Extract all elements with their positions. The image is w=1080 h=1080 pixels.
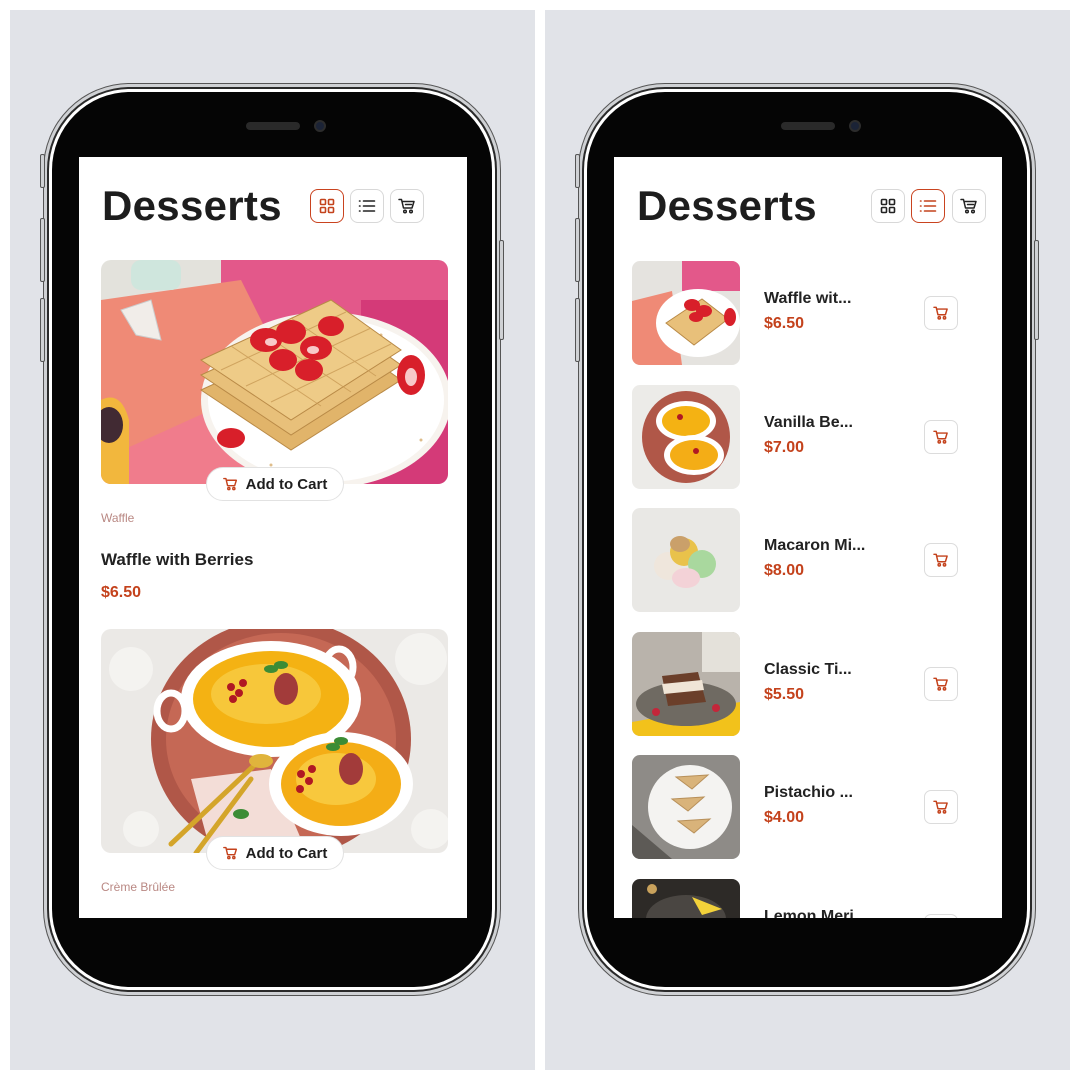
product-name: Lemon Meri...: [764, 908, 868, 918]
product-name: Macaron Mi...: [764, 537, 866, 554]
power-button: [499, 240, 504, 340]
product-name: Classic Ti...: [764, 661, 852, 678]
thumbnail-tiramisu: [632, 632, 740, 736]
app-screen: Desserts Add to Cart Waffle Waffle with …: [79, 157, 467, 918]
power-button: [1034, 240, 1039, 340]
page-title: Desserts: [637, 182, 817, 229]
cart-icon: [222, 846, 237, 860]
front-camera: [314, 120, 326, 132]
list-item[interactable]: Waffle wit... $6.50: [632, 261, 982, 365]
grid-view-icon: [880, 198, 896, 214]
speaker-grille: [246, 122, 300, 130]
cart-button[interactable]: [390, 189, 424, 223]
add-to-cart-button[interactable]: [924, 790, 958, 824]
product-category: Crème Brûlée: [101, 880, 176, 894]
page-title: Desserts: [102, 182, 282, 229]
list-view-icon: [919, 200, 937, 212]
product-price: $7.00: [764, 439, 805, 456]
phone-frame: Desserts Waffle wit... $6.50 Vanilla Be.…: [575, 92, 1039, 987]
grid-view-panel: Desserts Add to Cart Waffle Waffle with …: [10, 10, 535, 1070]
grid-view-icon: [319, 198, 335, 214]
product-price: $8.00: [764, 562, 805, 579]
product-name: Pistachio ...: [764, 784, 853, 801]
list-view-icon: [358, 200, 376, 212]
product-image-waffle[interactable]: [101, 260, 448, 484]
add-to-cart-button[interactable]: [924, 296, 958, 330]
cart-icon: [398, 198, 415, 214]
phone-frame: Desserts Add to Cart Waffle Waffle with …: [40, 92, 504, 987]
thumbnail-waffle: [632, 261, 740, 365]
add-to-cart-button[interactable]: Add to Cart: [206, 467, 344, 501]
cart-icon: [222, 477, 237, 491]
add-to-cart-label: Add to Cart: [245, 475, 328, 493]
list-item[interactable]: Pistachio ... $4.00: [632, 755, 982, 859]
product-price: $4.00: [764, 809, 805, 826]
list-item[interactable]: Lemon Meri...: [632, 879, 982, 918]
mute-switch: [575, 154, 580, 188]
thumbnail-macarons: [632, 508, 740, 612]
cart-icon: [933, 430, 948, 444]
grid-view-button[interactable]: [871, 189, 905, 223]
list-item[interactable]: Classic Ti... $5.50: [632, 632, 982, 736]
thumbnail-vanilla-bean: [632, 385, 740, 489]
add-to-cart-button[interactable]: [924, 914, 958, 918]
add-to-cart-button[interactable]: [924, 420, 958, 454]
volume-up-button: [40, 218, 45, 282]
product-price: $6.50: [764, 315, 805, 332]
list-item[interactable]: Macaron Mi... $8.00: [632, 508, 982, 612]
product-name[interactable]: Waffle with Berries: [101, 550, 253, 570]
product-price: $6.50: [101, 584, 142, 601]
product-name: Vanilla Be...: [764, 414, 853, 431]
header: Desserts: [637, 182, 986, 229]
thumbnail-pistachio: [632, 755, 740, 859]
add-to-cart-button[interactable]: [924, 667, 958, 701]
cart-icon: [933, 800, 948, 814]
product-image-creme-brulee[interactable]: [101, 629, 448, 853]
grid-view-button[interactable]: [310, 189, 344, 223]
product-name: Waffle wit...: [764, 290, 852, 307]
add-to-cart-label: Add to Cart: [245, 844, 328, 862]
app-screen: Desserts Waffle wit... $6.50 Vanilla Be.…: [614, 157, 1002, 918]
list-item[interactable]: Vanilla Be... $7.00: [632, 385, 982, 489]
add-to-cart-button[interactable]: Add to Cart: [206, 836, 344, 870]
volume-down-button: [40, 298, 45, 362]
cart-button[interactable]: [952, 189, 986, 223]
volume-up-button: [575, 218, 580, 282]
speaker-grille: [781, 122, 835, 130]
volume-down-button: [575, 298, 580, 362]
list-view-button[interactable]: [911, 189, 945, 223]
list-view-panel: Desserts Waffle wit... $6.50 Vanilla Be.…: [545, 10, 1070, 1070]
cart-icon: [933, 677, 948, 691]
header: Desserts: [102, 185, 447, 227]
list-view-button[interactable]: [350, 189, 384, 223]
cart-icon: [960, 198, 977, 214]
cart-icon: [933, 306, 948, 320]
thumbnail-lemon-meringue: [632, 879, 740, 918]
add-to-cart-button[interactable]: [924, 543, 958, 577]
mute-switch: [40, 154, 45, 188]
product-category: Waffle: [101, 511, 135, 525]
cart-icon: [933, 553, 948, 567]
product-price: $5.50: [764, 686, 805, 703]
front-camera: [849, 120, 861, 132]
